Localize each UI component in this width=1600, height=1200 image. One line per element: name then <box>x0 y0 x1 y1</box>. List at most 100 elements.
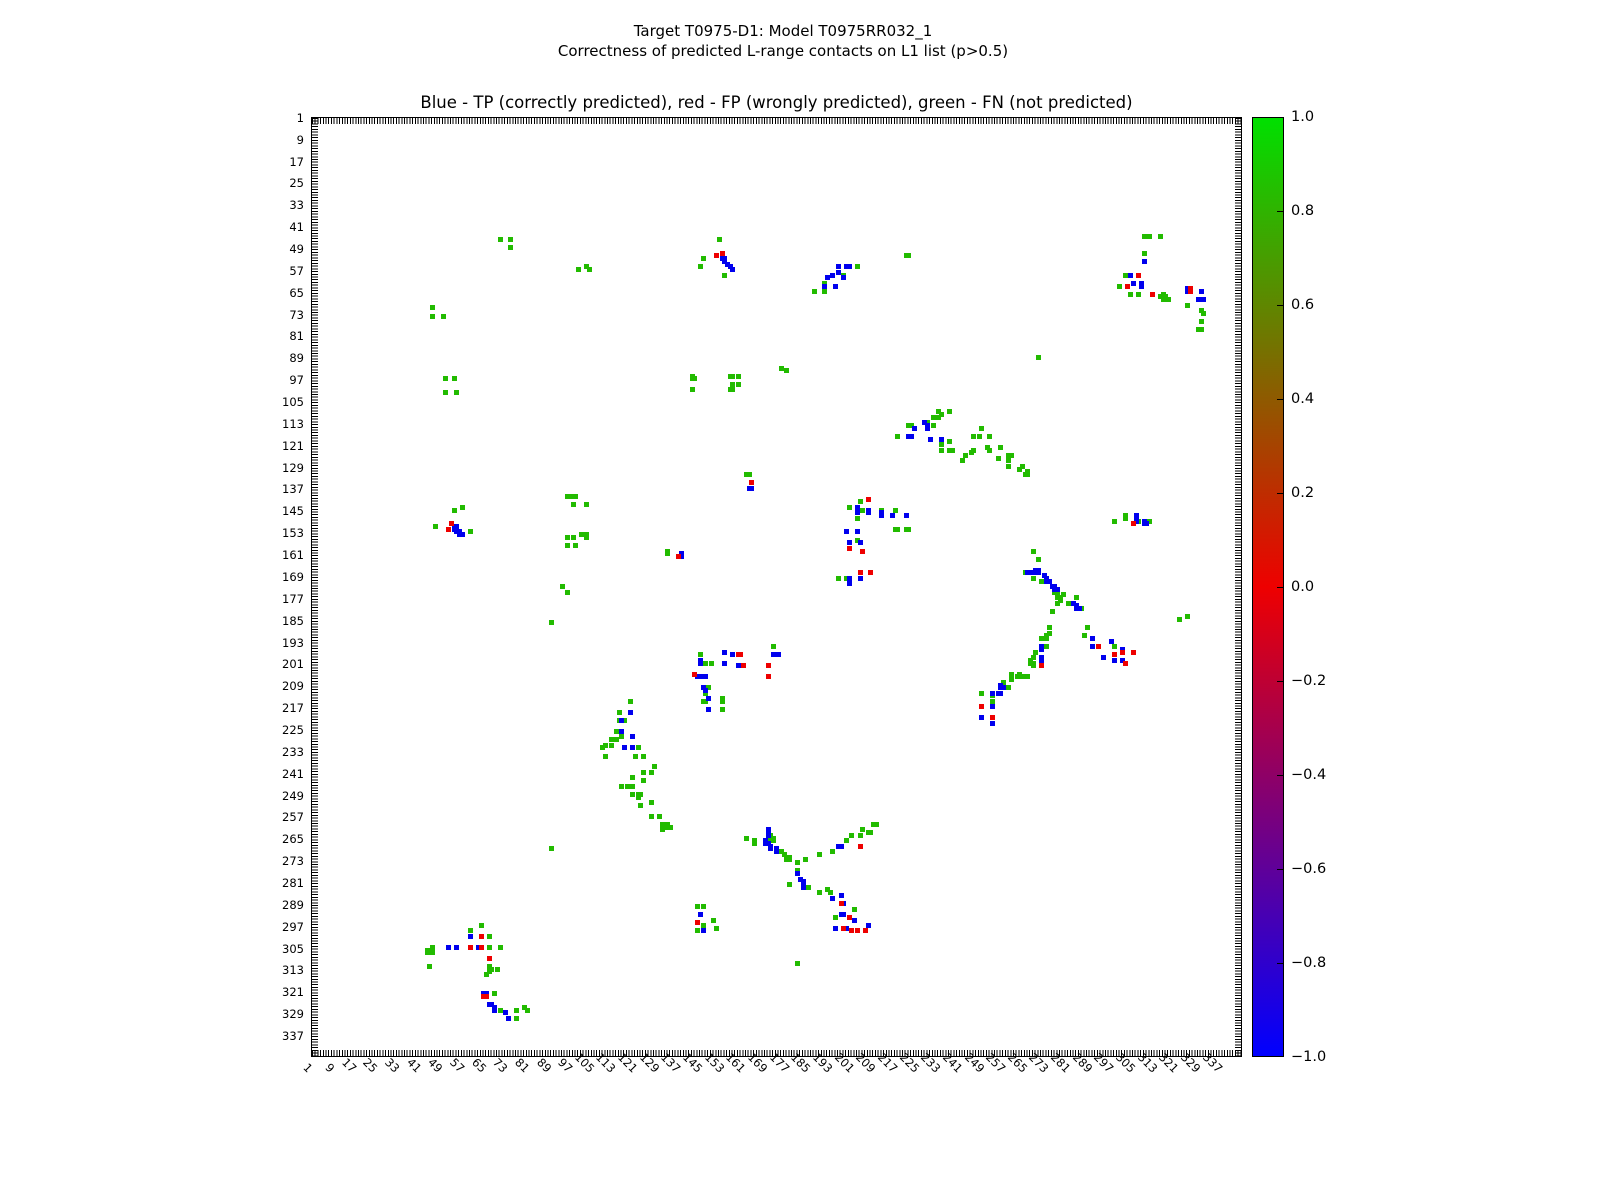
data-point-fn <box>987 434 992 439</box>
data-point-tp <box>703 674 708 679</box>
data-point-fn <box>1199 327 1204 332</box>
data-point-fn <box>430 305 435 310</box>
data-point-fp <box>714 253 719 258</box>
data-point-fn <box>1044 636 1049 641</box>
data-point-tp <box>839 893 844 898</box>
data-point-fn <box>906 527 911 532</box>
data-point-fn <box>1031 576 1036 581</box>
y-tick-label: 1 <box>297 113 304 124</box>
data-point-fn <box>1161 297 1166 302</box>
data-point-fn <box>495 967 500 972</box>
y-tick-label: 153 <box>282 528 304 539</box>
data-point-fn <box>844 838 849 843</box>
data-point-fn <box>1085 625 1090 630</box>
data-point-fn <box>787 857 792 862</box>
x-tick-label: 17 <box>340 1057 358 1075</box>
right-axis-ticks <box>1235 118 1241 1056</box>
data-point-tp <box>839 844 844 849</box>
data-point-tp <box>1047 579 1052 584</box>
data-point-fp <box>868 570 873 575</box>
data-point-tp <box>703 688 708 693</box>
y-tick-label: 265 <box>282 834 304 845</box>
contact-map-plot-area <box>311 117 1242 1057</box>
y-tick-label: 17 <box>289 157 304 168</box>
colorbar-tick <box>1277 399 1283 400</box>
data-point-fn <box>433 524 438 529</box>
y-tick-label: 257 <box>282 812 304 823</box>
data-point-fn <box>584 535 589 540</box>
data-point-tp <box>1201 297 1206 302</box>
top-axis-ticks <box>312 118 1241 124</box>
data-point-fn <box>893 508 898 513</box>
data-point-tp <box>460 532 465 537</box>
data-point-fn <box>1020 464 1025 469</box>
y-tick-label: 225 <box>282 725 304 736</box>
data-point-fp <box>695 920 700 925</box>
data-point-fn <box>771 838 776 843</box>
data-point-fn <box>573 543 578 548</box>
data-point-tp <box>979 715 984 720</box>
data-point-tp <box>830 273 835 278</box>
data-point-fn <box>703 661 708 666</box>
data-point-fn <box>652 764 657 769</box>
y-tick-label: 25 <box>289 178 304 189</box>
data-point-fn <box>514 1016 519 1021</box>
y-tick-label: 73 <box>289 310 304 321</box>
data-point-fn <box>855 264 860 269</box>
data-point-fn <box>1009 672 1014 677</box>
data-point-tp <box>855 510 860 515</box>
data-point-fn <box>1158 234 1163 239</box>
y-tick-label: 49 <box>289 244 304 255</box>
data-point-fp <box>484 994 489 999</box>
data-point-fp <box>1188 289 1193 294</box>
data-point-fn <box>795 961 800 966</box>
data-point-fn <box>1185 303 1190 308</box>
data-point-fn <box>630 792 635 797</box>
data-point-fn <box>565 535 570 540</box>
data-point-fn <box>549 846 554 851</box>
data-point-fn <box>698 264 703 269</box>
data-point-fn <box>1047 625 1052 630</box>
figure-suptitle-line1: Target T0975-D1: Model T0975RR032_1 <box>0 22 1583 40</box>
data-point-fn <box>695 904 700 909</box>
data-point-fn <box>1166 297 1171 302</box>
data-point-fn <box>849 833 854 838</box>
data-point-tp <box>833 284 838 289</box>
data-point-fn <box>498 945 503 950</box>
data-point-fn <box>1123 273 1128 278</box>
data-point-tp <box>622 745 627 750</box>
data-point-fn <box>1039 636 1044 641</box>
data-point-fn <box>977 434 982 439</box>
data-point-fp <box>1125 284 1130 289</box>
y-tick-label: 169 <box>282 572 304 583</box>
data-point-tp <box>1090 636 1095 641</box>
y-tick-label: 193 <box>282 638 304 649</box>
data-point-tp <box>1142 259 1147 264</box>
colorbar-tick-label: −0.4 <box>1291 768 1326 782</box>
data-point-fp <box>446 527 451 532</box>
data-point-fn <box>874 822 879 827</box>
data-point-fn <box>614 729 619 734</box>
data-point-tp <box>904 513 909 518</box>
data-point-fn <box>692 376 697 381</box>
data-point-fn <box>609 743 614 748</box>
y-tick-label: 161 <box>282 550 304 561</box>
data-point-fn <box>1199 319 1204 324</box>
data-point-tp <box>855 529 860 534</box>
colorbar-tick-label: 0.8 <box>1291 204 1314 218</box>
data-point-fn <box>587 267 592 272</box>
y-tick-label: 305 <box>282 944 304 955</box>
data-point-fp <box>1150 292 1155 297</box>
data-point-tp <box>492 1008 497 1013</box>
data-point-fn <box>990 699 995 704</box>
data-point-tp <box>847 581 852 586</box>
data-point-fp <box>858 844 863 849</box>
data-point-fn <box>468 928 473 933</box>
data-point-tp <box>841 275 846 280</box>
data-point-tp <box>630 745 635 750</box>
data-point-fn <box>711 918 716 923</box>
data-point-tp <box>722 661 727 666</box>
data-point-fn <box>427 964 432 969</box>
data-point-fn <box>939 442 944 447</box>
data-point-fn <box>576 267 581 272</box>
